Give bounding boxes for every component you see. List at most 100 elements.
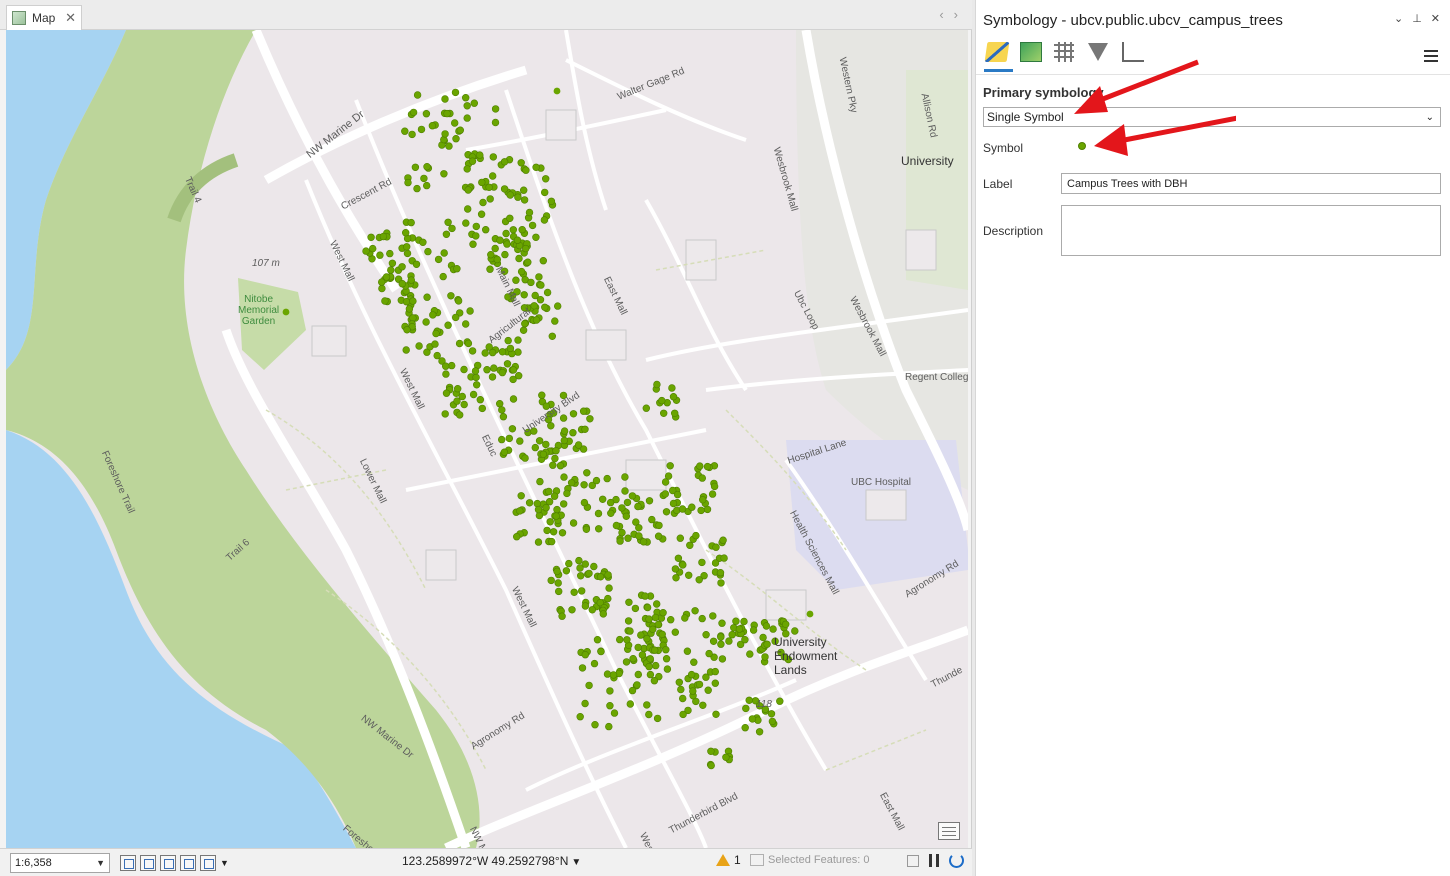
close-icon[interactable]: ✕ [1431, 12, 1440, 25]
tree-point [639, 538, 648, 546]
tree-point [500, 185, 509, 193]
tree-point [695, 680, 704, 689]
tree-point [417, 125, 426, 134]
tree-point [596, 573, 605, 581]
selected-features[interactable]: Selected Features: 0 [750, 854, 870, 866]
tree-point [742, 704, 750, 713]
tree-point [672, 574, 680, 582]
tree-point [443, 109, 451, 118]
coordinates-readout[interactable]: 123.2589972°W 49.2592798°N ▼ [402, 854, 581, 868]
tree-point [514, 336, 522, 344]
tree-point [533, 499, 541, 508]
tree-point [622, 512, 630, 520]
basemap-icon[interactable] [938, 822, 960, 840]
tree-point [609, 671, 618, 679]
tree-point [506, 344, 515, 353]
grid-icon[interactable] [140, 854, 156, 871]
tree-point [769, 625, 777, 633]
tree-point [688, 503, 696, 511]
chevron-right-icon[interactable]: › [954, 7, 958, 22]
tab-vary-symbology[interactable] [1020, 40, 1045, 65]
tree-point [719, 536, 727, 544]
tree-point [451, 119, 459, 127]
chevron-down-icon[interactable]: ▼ [220, 858, 229, 868]
tree-point [534, 505, 543, 514]
close-icon[interactable]: ✕ [65, 10, 76, 26]
map-pane: Map ✕ ‹ › NW Marine Dr Walter Gage Rd We… [0, 0, 972, 876]
description-field[interactable] [1061, 205, 1441, 256]
chevron-left-icon[interactable]: ‹ [939, 7, 943, 22]
pause-icon[interactable] [929, 854, 939, 867]
arrow-1-head [1074, 86, 1108, 114]
tree-point [567, 479, 576, 487]
tree-point [411, 163, 420, 172]
chevron-down-icon[interactable]: ⌄ [1394, 12, 1403, 25]
tree-point [582, 525, 591, 533]
tree-point [398, 263, 406, 271]
tree-point [594, 525, 603, 533]
map-statusbar: 1:6,358 ▼ ▼ 123.2589972°W 49.2592798°N ▼ … [0, 848, 972, 876]
navigation-icon[interactable] [200, 854, 216, 871]
filter-icon[interactable] [907, 854, 919, 867]
tree-point [535, 437, 544, 445]
tree-point [673, 490, 682, 499]
renderer-value: Single Symbol [987, 110, 1064, 124]
tab-primary-symbology[interactable] [984, 40, 1013, 72]
tree-point [548, 332, 556, 340]
tree-point [517, 492, 525, 500]
tree-point [453, 265, 461, 273]
tree-point [762, 622, 771, 630]
tree-point [413, 91, 422, 99]
scale-select[interactable]: 1:6,358 ▼ [10, 852, 110, 873]
tree-point [676, 534, 684, 542]
label-elev-107: 107 m [252, 258, 280, 269]
tab-map[interactable]: Map ✕ [6, 5, 82, 30]
tree-point [651, 661, 660, 670]
tree-point [591, 720, 599, 729]
tree-point [442, 370, 450, 378]
tree-point [470, 99, 478, 107]
warning-indicator[interactable]: 1 [716, 853, 741, 867]
tree-point [558, 529, 567, 537]
tree-point [580, 498, 589, 507]
tree-point [709, 637, 718, 645]
tree-point [491, 118, 500, 127]
map-canvas[interactable]: NW Marine Dr Walter Gage Rd Western Pky … [6, 30, 968, 848]
tree-point [541, 303, 549, 311]
tree-point [403, 243, 411, 251]
tree-point [604, 594, 612, 603]
tree-point [599, 610, 607, 618]
tree-point [666, 615, 675, 624]
tree-point [403, 249, 412, 258]
tree-point [401, 127, 409, 135]
tree-point [689, 687, 697, 695]
tab-nav: ‹ › [939, 7, 958, 22]
tree-point [569, 410, 578, 418]
tree-point [441, 95, 449, 103]
tree-point [404, 178, 412, 187]
tree-point [653, 380, 661, 389]
tree-point [540, 216, 549, 224]
north-arrow-icon[interactable] [180, 854, 196, 871]
snapping-icon[interactable] [120, 854, 136, 871]
tree-point [445, 142, 453, 150]
tree-point [707, 747, 715, 755]
tree-point [618, 528, 626, 537]
tree-point [646, 670, 655, 679]
menu-icon[interactable] [1424, 50, 1438, 62]
tree-point [498, 368, 507, 377]
constraints-icon[interactable] [160, 854, 176, 871]
tree-point [521, 244, 530, 253]
tree-point [722, 753, 730, 761]
tree-point [650, 646, 659, 654]
tree-point [748, 715, 757, 723]
label-field[interactable]: Campus Trees with DBH [1061, 173, 1441, 194]
refresh-icon[interactable] [949, 853, 964, 868]
tree-point [429, 311, 437, 319]
tree-point [696, 462, 704, 470]
tree-point [581, 425, 589, 433]
tree-point [581, 650, 589, 659]
tree-point [546, 518, 554, 526]
pin-icon[interactable]: ⊥ [1412, 12, 1422, 25]
tree-point [419, 238, 427, 247]
